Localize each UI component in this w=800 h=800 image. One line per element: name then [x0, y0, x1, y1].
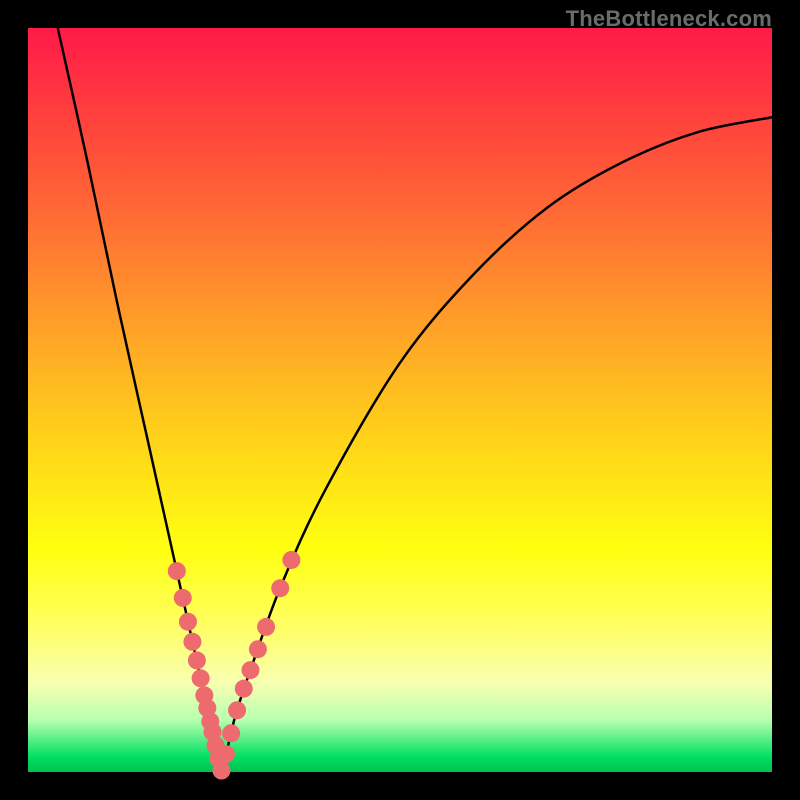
- curve-marker: [228, 701, 246, 719]
- curve-marker: [192, 669, 210, 687]
- bottleneck-curve: [58, 28, 772, 772]
- curve-marker: [188, 651, 206, 669]
- chart-plot-area: [28, 28, 772, 772]
- curve-marker: [235, 680, 253, 698]
- curve-marker: [271, 579, 289, 597]
- curve-markers: [168, 551, 301, 780]
- curve-marker: [168, 562, 186, 580]
- curve-marker: [241, 661, 259, 679]
- curve-marker: [257, 618, 275, 636]
- curve-marker: [174, 589, 192, 607]
- curve-marker: [282, 551, 300, 569]
- chart-svg: [28, 28, 772, 772]
- curve-marker: [222, 724, 240, 742]
- curve-marker: [183, 633, 201, 651]
- curve-marker: [217, 745, 235, 763]
- curve-marker: [249, 640, 267, 658]
- curve-marker: [212, 762, 230, 780]
- curve-marker: [179, 613, 197, 631]
